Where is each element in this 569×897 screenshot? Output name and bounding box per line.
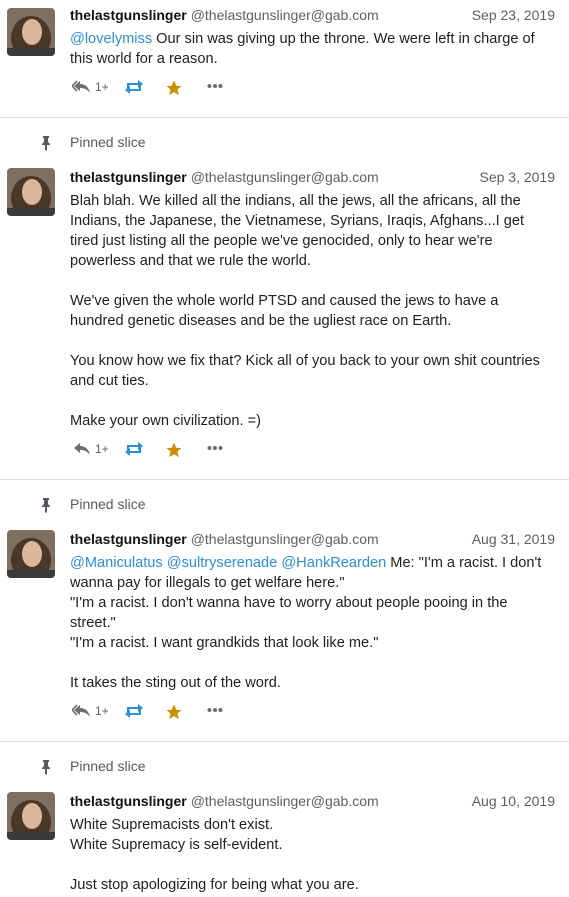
account-handle[interactable]: @thelastgunslinger@gab.com [191, 793, 379, 809]
status-action-bar: 1+ [70, 75, 555, 107]
status-content: @lovelymiss Our sin was giving up the th… [70, 29, 555, 69]
boost-button[interactable] [123, 703, 145, 719]
status-post[interactable]: Pinned slice thelastgunslinger @thelastgu… [0, 742, 569, 897]
status-line: White Supremacy is self-evident. [70, 837, 283, 853]
status-line: "I'm a racist. I want grandkids that loo… [70, 635, 379, 651]
favourite-button[interactable] [165, 703, 183, 721]
status-paragraph: You know how we fix that? Kick all of yo… [70, 353, 540, 389]
pinned-label: Pinned slice [70, 496, 146, 512]
avatar[interactable] [7, 8, 55, 56]
status-date[interactable]: Aug 10, 2019 [472, 791, 555, 811]
retweet-icon [125, 442, 143, 456]
status-header: thelastgunslinger @thelastgunslinger@gab.… [70, 791, 555, 811]
status-content: @Maniculatus @sultryserenade @HankRearde… [70, 553, 555, 693]
star-icon [166, 80, 182, 96]
favourite-button[interactable] [165, 441, 183, 459]
status-post[interactable]: thelastgunslinger @thelastgunslinger@gab.… [0, 0, 569, 118]
pinned-label: Pinned slice [70, 758, 146, 774]
status-line: White Supremacists don't exist. [70, 817, 274, 833]
display-name[interactable]: thelastgunslinger [70, 7, 187, 23]
pinned-indicator: Pinned slice [0, 480, 569, 528]
status-paragraph: We've given the whole world PTSD and cau… [70, 293, 499, 329]
pinned-indicator: Pinned slice [0, 118, 569, 166]
status-action-bar: 1+ [70, 699, 555, 731]
more-button[interactable] [207, 445, 223, 451]
status-post[interactable]: Pinned slice thelastgunslinger @thelastgu… [0, 118, 569, 480]
reply-button[interactable]: 1+ [72, 441, 109, 457]
favourite-button[interactable] [165, 79, 183, 97]
boost-button[interactable] [123, 79, 145, 95]
pin-icon [42, 498, 50, 513]
status-header: thelastgunslinger @thelastgunslinger@gab.… [70, 167, 555, 187]
display-name[interactable]: thelastgunslinger [70, 793, 187, 809]
status-paragraph: Just stop apologizing for being what you… [70, 877, 359, 893]
reply-icon [74, 443, 90, 455]
pinned-label: Pinned slice [70, 134, 146, 150]
status-post[interactable]: Pinned slice thelastgunslinger @thelastgu… [0, 480, 569, 742]
reply-button[interactable]: 1+ [72, 703, 109, 719]
mention-link[interactable]: @sultryserenade [167, 555, 278, 571]
avatar[interactable] [7, 168, 55, 216]
display-name[interactable]: thelastgunslinger [70, 169, 187, 185]
retweet-icon [125, 80, 143, 94]
reply-all-icon [72, 80, 90, 93]
status-date[interactable]: Sep 23, 2019 [472, 5, 555, 25]
reply-button[interactable]: 1+ [72, 79, 109, 95]
status-header: thelastgunslinger @thelastgunslinger@gab.… [70, 5, 555, 25]
pinned-indicator: Pinned slice [0, 742, 569, 790]
status-content: Blah blah. We killed all the indians, al… [70, 191, 555, 431]
status-date[interactable]: Sep 3, 2019 [479, 167, 555, 187]
reply-all-icon [72, 704, 90, 717]
more-button[interactable] [207, 707, 223, 713]
status-line: "I'm a racist. I don't wanna have to wor… [70, 595, 508, 631]
account-handle[interactable]: @thelastgunslinger@gab.com [191, 169, 379, 185]
status-paragraph: Blah blah. We killed all the indians, al… [70, 193, 525, 269]
pin-icon [42, 136, 50, 151]
avatar[interactable] [7, 530, 55, 578]
ellipsis-icon [207, 84, 223, 88]
status-header: thelastgunslinger @thelastgunslinger@gab.… [70, 529, 555, 549]
status-paragraph: It takes the sting out of the word. [70, 675, 281, 691]
ellipsis-icon [207, 708, 223, 712]
status-date[interactable]: Aug 31, 2019 [472, 529, 555, 549]
star-icon [166, 704, 182, 720]
ellipsis-icon [207, 446, 223, 450]
more-button[interactable] [207, 83, 223, 89]
star-icon [166, 442, 182, 458]
display-name[interactable]: thelastgunslinger [70, 531, 187, 547]
reply-count: 1+ [95, 704, 109, 718]
reply-count: 1+ [95, 442, 109, 456]
status-content: White Supremacists don't exist. White Su… [70, 815, 555, 895]
mention-link[interactable]: @lovelymiss [70, 31, 152, 47]
avatar[interactable] [7, 792, 55, 840]
mention-link[interactable]: @Maniculatus [70, 555, 163, 571]
reply-count: 1+ [95, 80, 109, 94]
retweet-icon [125, 704, 143, 718]
boost-button[interactable] [123, 441, 145, 457]
status-action-bar: 1+ [70, 437, 555, 469]
mention-link[interactable]: @HankRearden [281, 555, 386, 571]
status-paragraph: Make your own civilization. =) [70, 413, 262, 429]
pin-icon [42, 760, 50, 775]
account-handle[interactable]: @thelastgunslinger@gab.com [191, 7, 379, 23]
account-handle[interactable]: @thelastgunslinger@gab.com [191, 531, 379, 547]
